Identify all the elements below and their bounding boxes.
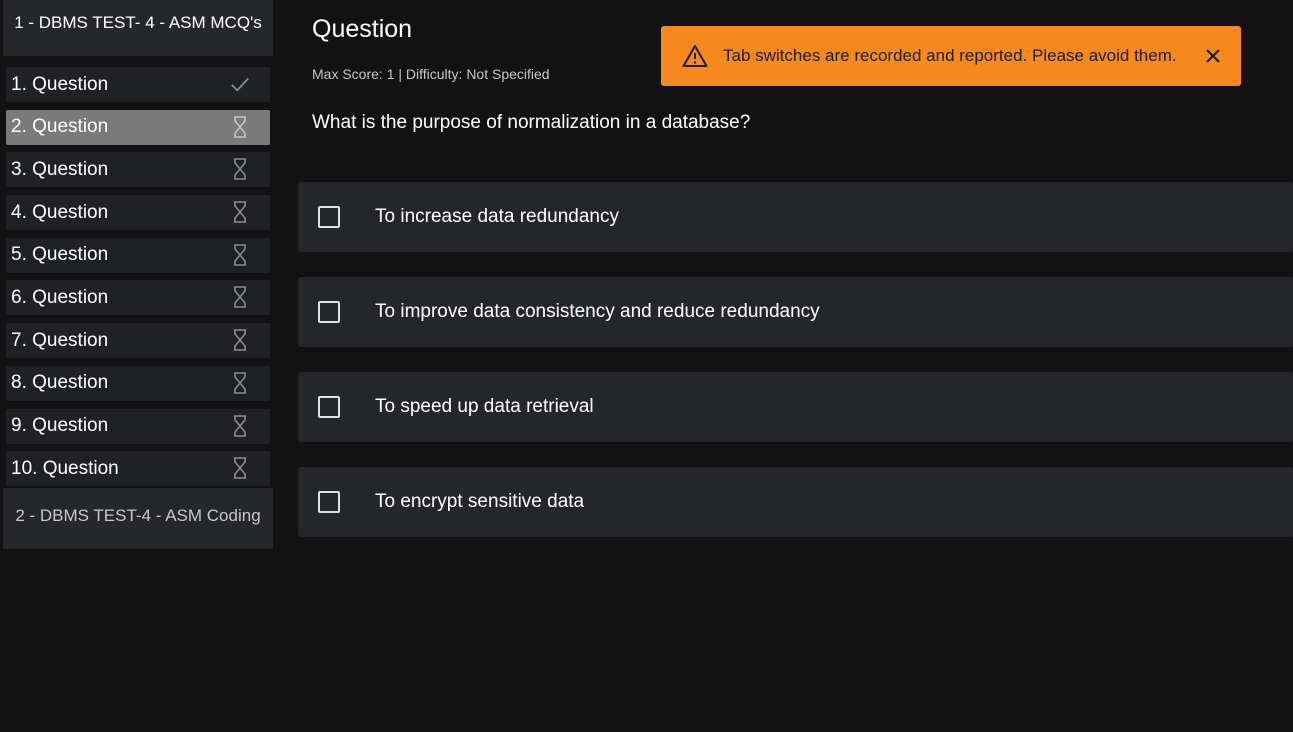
option-label: To encrypt sensitive data	[375, 491, 585, 512]
option-checkbox[interactable]	[318, 206, 340, 228]
options-list: To increase data redundancy To improve d…	[298, 182, 1293, 562]
question-label: 2. Question	[11, 116, 109, 138]
page-title: Question	[312, 15, 413, 43]
question-item-8[interactable]: 8. Question	[6, 365, 270, 401]
close-icon[interactable]	[1203, 46, 1223, 66]
question-item-10[interactable]: 10. Question	[6, 451, 270, 487]
question-item-9[interactable]: 9. Question	[6, 408, 270, 444]
hourglass-icon	[230, 455, 250, 481]
section-header-mcq[interactable]: 1 - DBMS TEST- 4 - ASM MCQ's	[3, 0, 273, 56]
option-checkbox[interactable]	[318, 301, 340, 323]
option-checkbox[interactable]	[318, 491, 340, 513]
option-label: To increase data redundancy	[375, 206, 619, 227]
sidebar: 1 - DBMS TEST- 4 - ASM MCQ's 1. Question…	[3, 0, 273, 549]
hourglass-icon	[230, 114, 250, 140]
toast-message: Tab switches are recorded and reported. …	[723, 46, 1177, 65]
option-4[interactable]: To encrypt sensitive data	[298, 467, 1293, 537]
section-header-coding[interactable]: 2 - DBMS TEST-4 - ASM Coding	[3, 487, 273, 549]
hourglass-icon	[230, 413, 250, 439]
hourglass-icon	[230, 327, 250, 353]
question-item-6[interactable]: 6. Question	[6, 280, 270, 316]
option-1[interactable]: To increase data redundancy	[298, 182, 1293, 252]
question-label: 1. Question	[11, 73, 109, 95]
question-item-7[interactable]: 7. Question	[6, 323, 270, 359]
question-label: 3. Question	[11, 158, 109, 180]
question-text: What is the purpose of normalization in …	[312, 112, 751, 133]
question-item-5[interactable]: 5. Question	[6, 237, 270, 273]
option-label: To improve data consistency and reduce r…	[375, 301, 820, 322]
assessment-page: 1 - DBMS TEST- 4 - ASM MCQ's 1. Question…	[0, 0, 1293, 732]
option-label: To speed up data retrieval	[375, 396, 594, 417]
hourglass-icon	[230, 242, 250, 268]
hourglass-icon	[230, 156, 250, 182]
question-label: 4. Question	[11, 201, 109, 223]
question-item-1[interactable]: 1. Question	[6, 67, 270, 102]
question-list: 1. Question 2. Question 3. Question 4. Q…	[3, 67, 273, 487]
question-meta: Max Score: 1 | Difficulty: Not Specified	[312, 66, 550, 82]
question-item-3[interactable]: 3. Question	[6, 152, 270, 188]
question-item-4[interactable]: 4. Question	[6, 195, 270, 231]
question-label: 5. Question	[11, 244, 109, 266]
hourglass-icon	[230, 284, 250, 310]
option-2[interactable]: To improve data consistency and reduce r…	[298, 277, 1293, 347]
question-label: 8. Question	[11, 372, 109, 394]
question-item-2[interactable]: 2. Question	[6, 109, 270, 145]
warning-toast: Tab switches are recorded and reported. …	[661, 26, 1241, 86]
hourglass-icon	[230, 199, 250, 225]
question-label: 9. Question	[11, 415, 109, 436]
check-icon	[230, 71, 250, 97]
warning-icon	[682, 44, 708, 68]
question-label: 10. Question	[11, 457, 119, 479]
option-checkbox[interactable]	[318, 396, 340, 418]
question-label: 6. Question	[11, 286, 109, 308]
hourglass-icon	[230, 370, 250, 396]
question-label: 7. Question	[11, 329, 109, 351]
option-3[interactable]: To speed up data retrieval	[298, 372, 1293, 442]
